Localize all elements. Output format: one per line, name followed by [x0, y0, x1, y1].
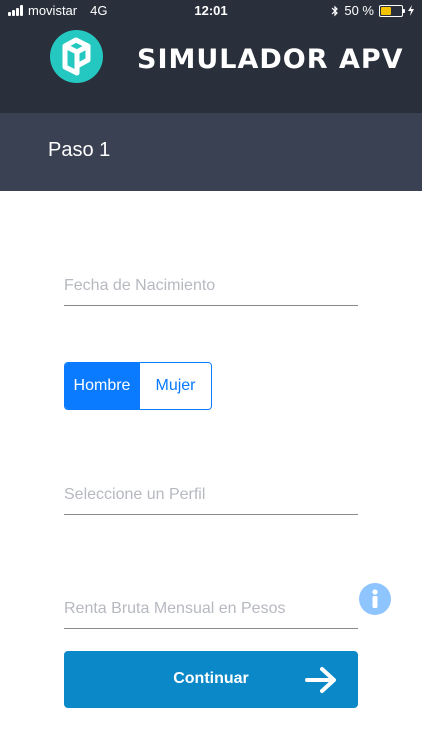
birth-date-input[interactable]	[64, 277, 358, 295]
app-title: SIMULADOR APV	[137, 44, 404, 75]
birth-date-field[interactable]	[64, 265, 358, 306]
profile-field[interactable]	[64, 474, 358, 515]
arrow-right-icon	[305, 667, 336, 693]
continue-button[interactable]: Continuar	[64, 651, 358, 708]
status-right: 50 %	[331, 3, 414, 18]
battery-percent: 50 %	[344, 3, 374, 18]
battery-level	[381, 6, 391, 15]
charging-icon	[408, 5, 414, 16]
info-icon[interactable]	[359, 583, 391, 615]
profile-select-input[interactable]	[64, 486, 358, 504]
gender-segmented-control[interactable]: Hombre Mujer	[64, 362, 212, 410]
bluetooth-icon	[331, 5, 339, 16]
battery-icon	[379, 4, 405, 17]
status-bar: movistar 4G 12:01 50 %	[0, 0, 422, 22]
app-header: movistar 4G 12:01 50 % SIMULADOR APV	[0, 0, 422, 113]
gender-option-hombre[interactable]: Hombre	[65, 363, 139, 409]
gender-option-mujer[interactable]: Mujer	[139, 363, 211, 409]
income-field[interactable]	[64, 588, 358, 629]
income-input[interactable]	[64, 600, 358, 618]
step-bar: Paso 1	[0, 113, 422, 191]
step-title: Paso 1	[48, 139, 111, 161]
cube-logo-icon	[50, 30, 103, 83]
